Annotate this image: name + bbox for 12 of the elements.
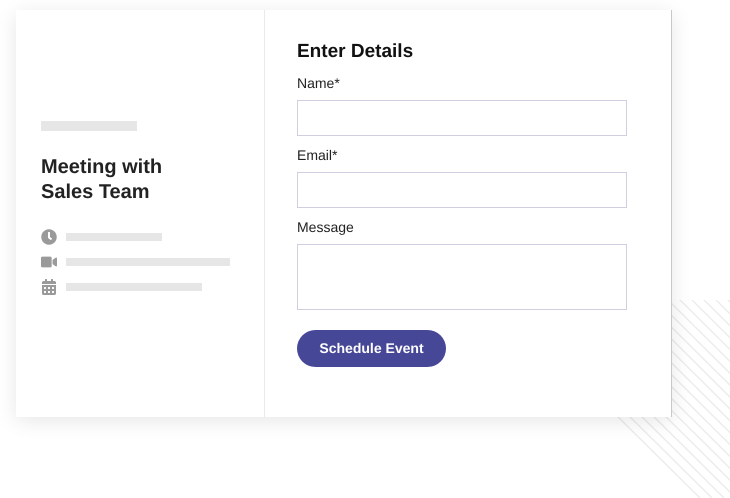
field-label: Email* bbox=[297, 146, 338, 164]
event-title: Meeting with Sales Team bbox=[41, 155, 164, 205]
field-label: Name* bbox=[297, 74, 340, 92]
message-field[interactable] bbox=[297, 244, 627, 310]
input-field[interactable] bbox=[297, 172, 627, 208]
input-field[interactable] bbox=[297, 100, 627, 136]
schedule-button[interactable]: Schedule Event bbox=[297, 330, 446, 367]
form-title: Enter Details bbox=[297, 40, 414, 64]
field-label: Message bbox=[297, 218, 354, 236]
clock-icon bbox=[41, 229, 57, 245]
video-camera-icon bbox=[41, 254, 57, 270]
calendar-icon bbox=[41, 279, 57, 295]
